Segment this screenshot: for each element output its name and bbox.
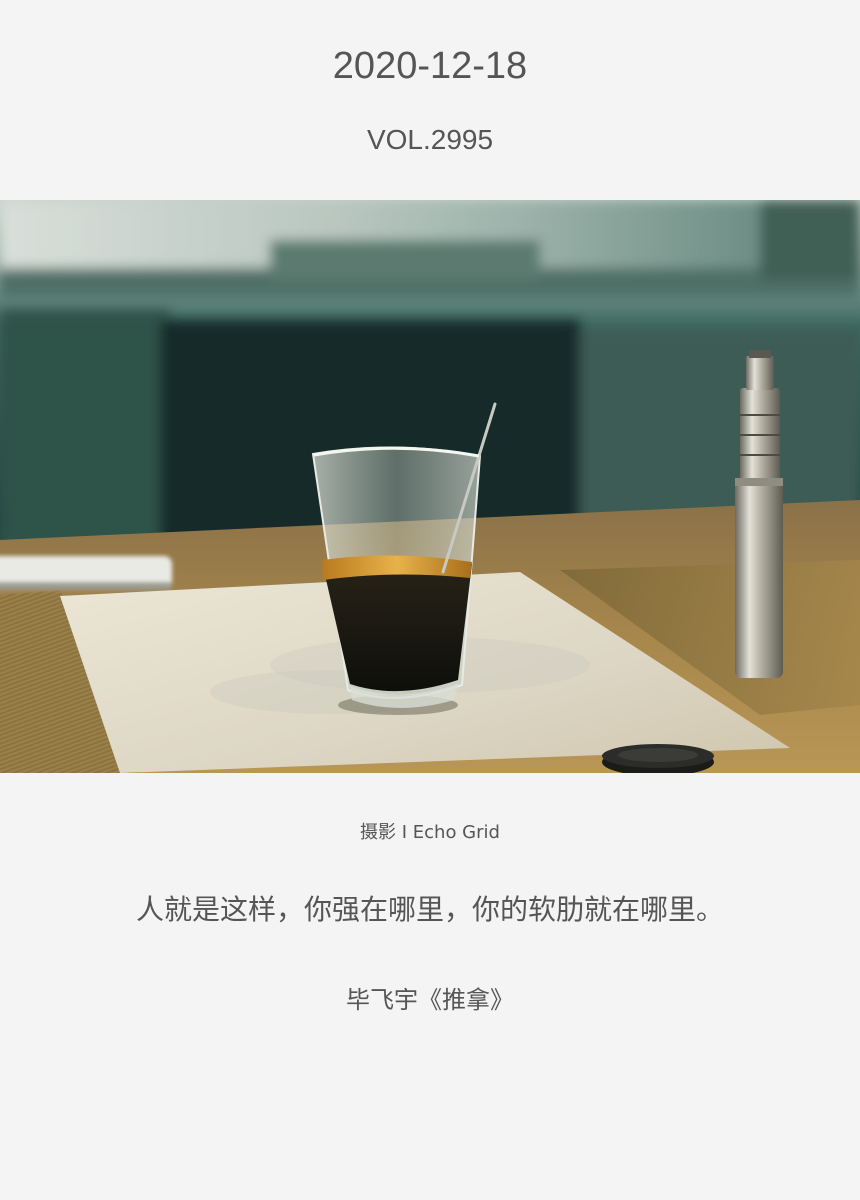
- quote-text: 人就是这样，你强在哪里，你的软肋就在哪里。: [135, 893, 724, 926]
- coffee-photo: [0, 200, 860, 773]
- date-heading: 2020-12-18: [332, 45, 528, 87]
- volume-number: VOL.2995: [366, 124, 494, 155]
- photo-credit: 摄影 I Echo Grid: [360, 822, 500, 843]
- quote-author: 毕飞宇《推拿》: [346, 986, 514, 1014]
